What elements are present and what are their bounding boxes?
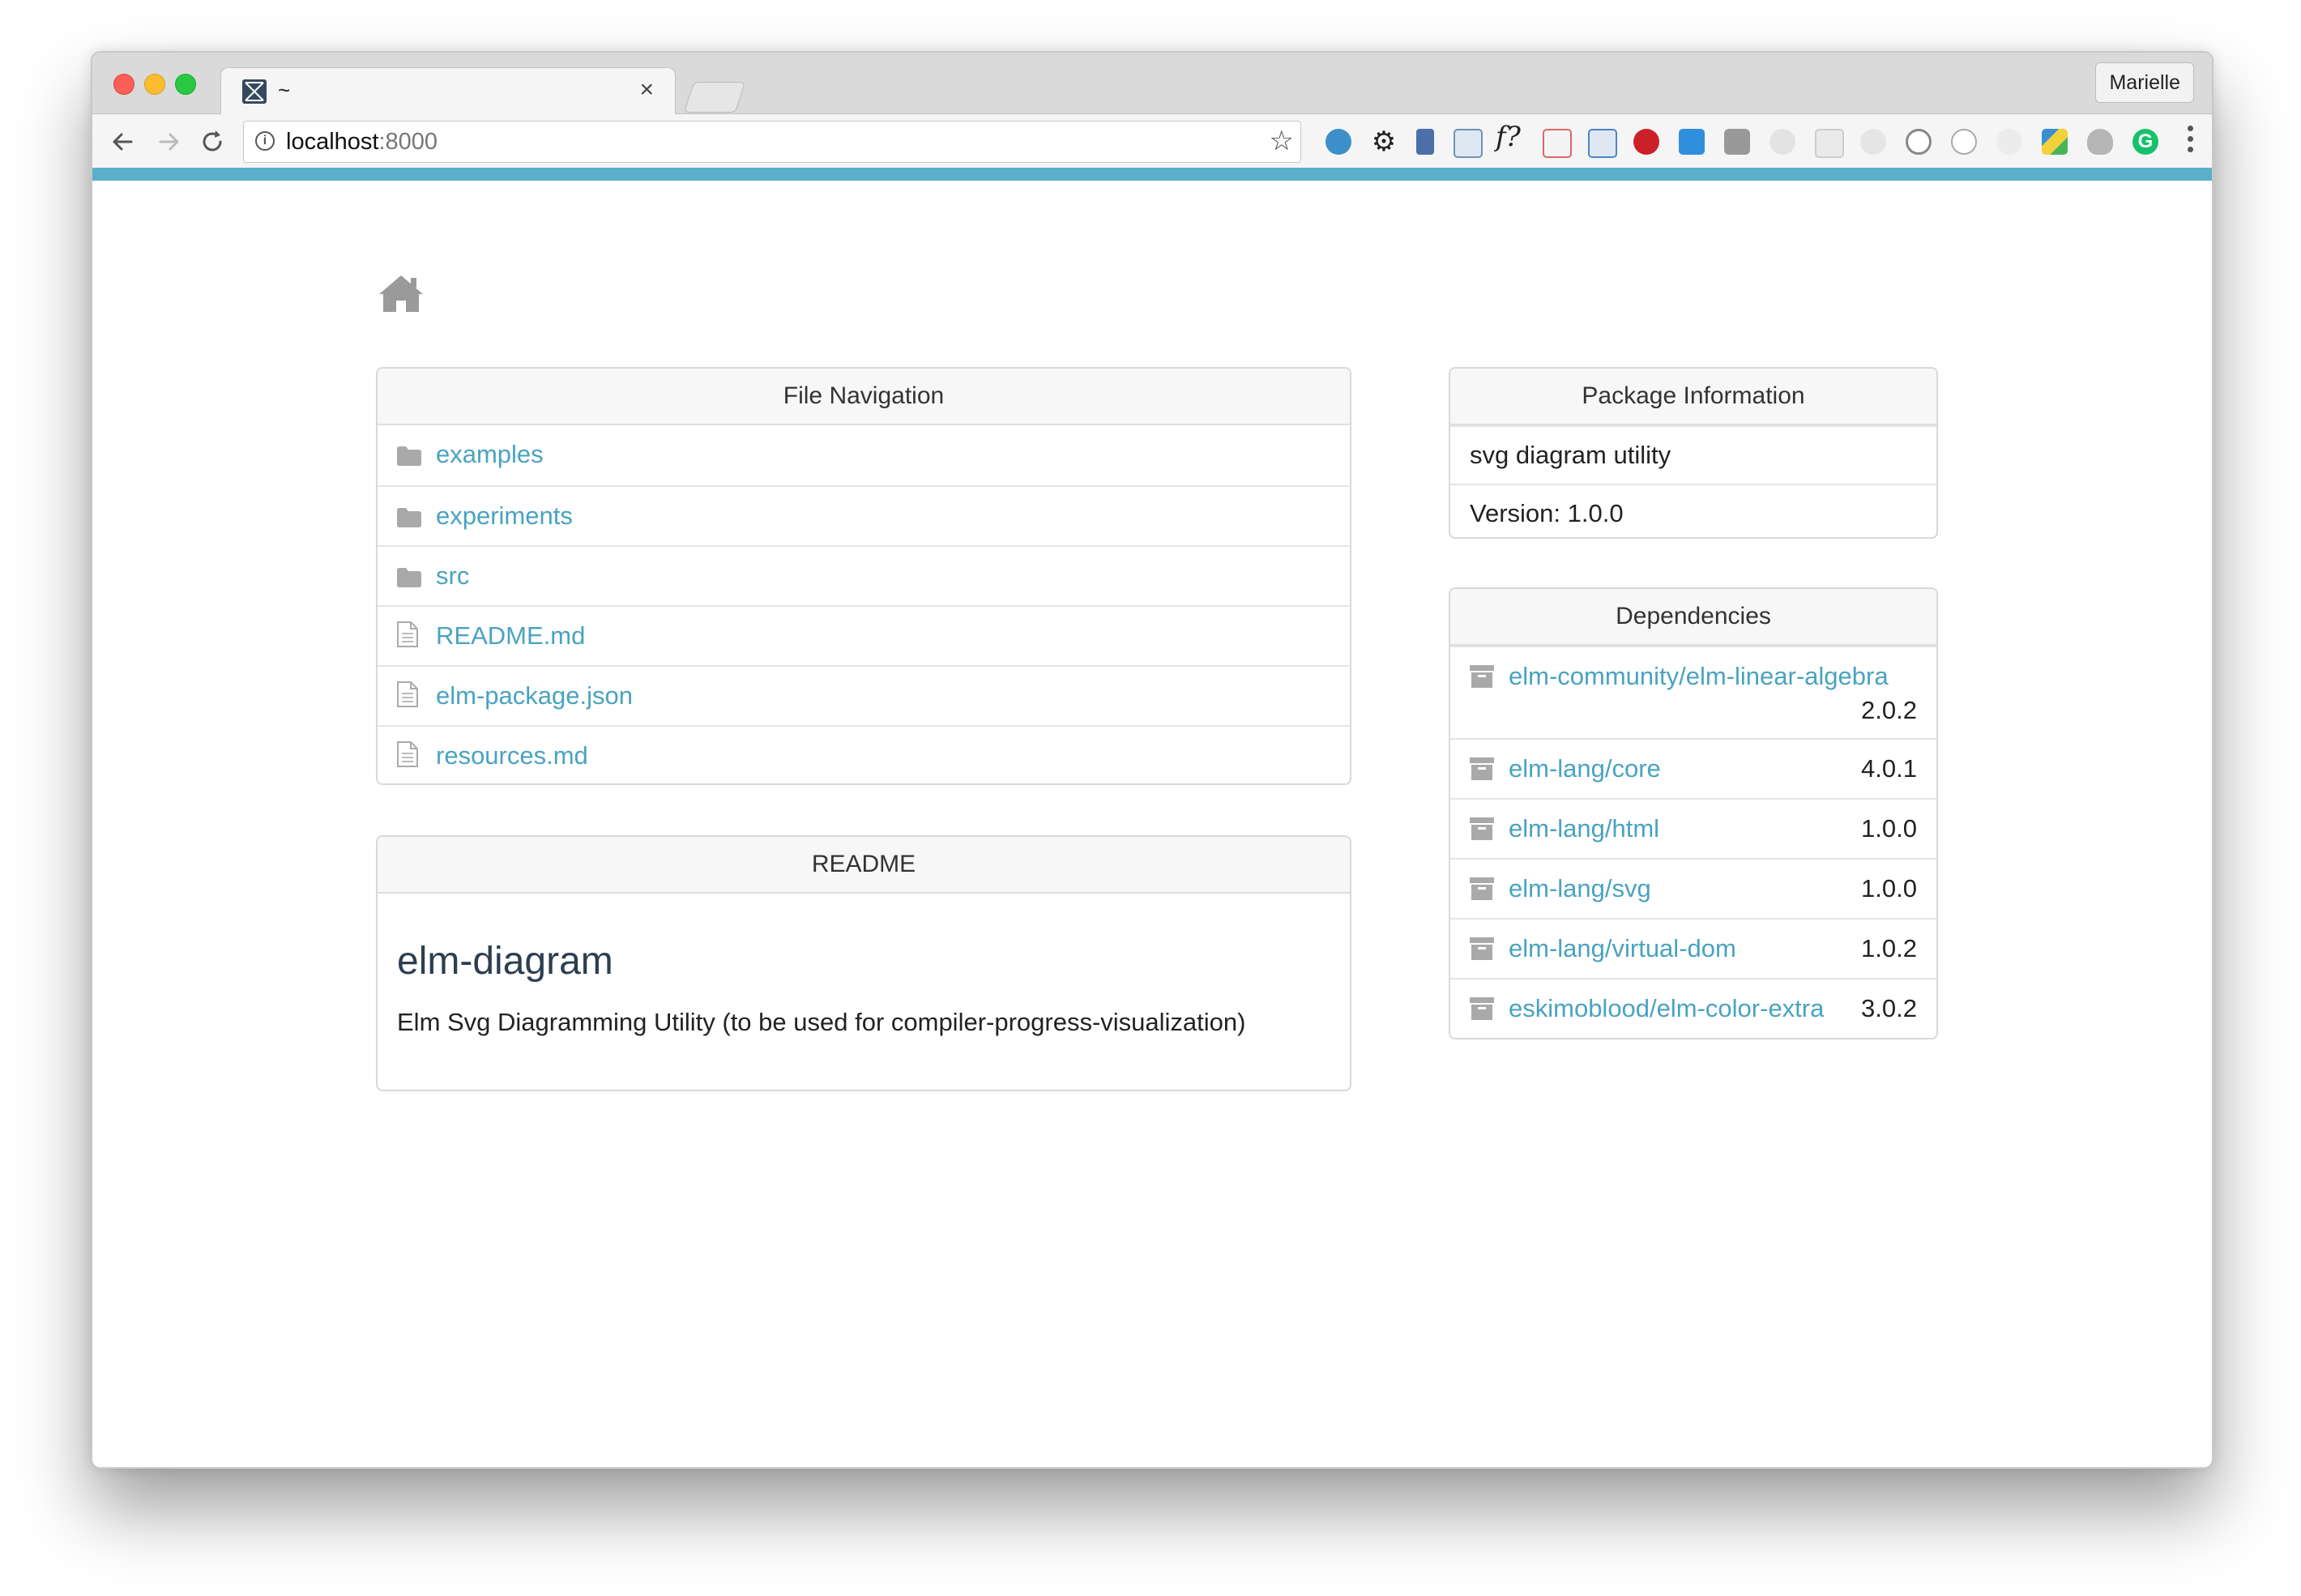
sync-extension-icon[interactable] — [1326, 129, 1351, 155]
tab-title: ~ — [278, 78, 291, 102]
file-nav-item[interactable]: experiments — [378, 485, 1350, 545]
file-nav-link[interactable]: examples — [436, 440, 544, 469]
file-nav-item[interactable]: elm-package.json — [378, 665, 1350, 725]
dependency-row[interactable]: elm-lang/virtual-dom 1.0.2 — [1450, 918, 1936, 978]
window-extension-icon[interactable] — [1454, 129, 1483, 158]
dependency-version: 4.0.1 — [1861, 754, 1917, 783]
calendar-extension-icon[interactable] — [1543, 129, 1572, 158]
file-nav-item[interactable]: resources.md — [378, 725, 1350, 783]
camera-extension-icon[interactable] — [1724, 129, 1750, 155]
reload-icon[interactable] — [196, 126, 228, 158]
dependencies-panel: Dependencies elm-community/elm-linear-al… — [1449, 587, 1938, 1039]
compass-extension-icon[interactable] — [1906, 129, 1932, 155]
dependency-version: 1.0.2 — [1861, 934, 1917, 962]
dependency-row[interactable]: elm-lang/core 4.0.1 — [1450, 738, 1936, 798]
file-nav-item[interactable]: examples — [378, 425, 1350, 485]
folder-extension-icon[interactable] — [1588, 129, 1617, 158]
close-window-button[interactable] — [113, 74, 134, 95]
title-bar: ~ × Marielle — [92, 53, 2212, 115]
back-arrow-icon[interactable] — [107, 126, 139, 158]
package-box-icon — [1470, 817, 1494, 847]
dependency-version: 2.0.2 — [1861, 696, 1917, 724]
bookmark-star-icon[interactable]: ☆ — [1270, 125, 1294, 157]
leaf-extension-icon[interactable] — [1770, 129, 1795, 155]
forward-arrow-icon[interactable] — [152, 126, 185, 158]
dependency-link[interactable]: eskimoblood/elm-color-extra — [1509, 994, 1824, 1023]
dependency-version: 1.0.0 — [1861, 814, 1917, 843]
file-nav-item[interactable]: README.md — [378, 605, 1350, 665]
database-extension-icon[interactable] — [1416, 129, 1434, 155]
react-extension-icon[interactable] — [1996, 129, 2022, 155]
package-box-icon — [1470, 937, 1494, 967]
readme-heading: README — [378, 837, 1350, 894]
dependency-row[interactable]: eskimoblood/elm-color-extra 3.0.2 — [1450, 978, 1936, 1038]
package-box-icon — [1470, 757, 1494, 787]
folder-icon — [397, 565, 421, 594]
browser-window: ~ × Marielle i localhost:8000 ☆ ⚙ f? G F… — [91, 51, 2213, 1469]
dependency-link[interactable]: elm-lang/html — [1509, 814, 1659, 843]
browser-toolbar: i localhost:8000 ☆ ⚙ f? G — [92, 114, 2212, 168]
package-version: Version: 1.0.0 — [1450, 484, 1936, 537]
new-tab-button[interactable] — [683, 82, 746, 113]
colorful-extension-icon[interactable] — [2042, 129, 2068, 155]
file-navigation-panel: File Navigation examples experiments src… — [376, 367, 1351, 785]
dependency-link[interactable]: elm-lang/virtual-dom — [1509, 934, 1736, 963]
elm-favicon-icon — [242, 79, 267, 104]
clover-extension-icon[interactable] — [2087, 129, 2113, 155]
browser-menu-icon[interactable] — [2188, 126, 2194, 157]
minimize-window-button[interactable] — [144, 74, 165, 95]
readme-body: elm-diagram Elm Svg Diagramming Utility … — [378, 939, 1350, 1037]
page-content: File Navigation examples experiments src… — [92, 181, 2212, 1467]
file-nav-item[interactable]: src — [378, 545, 1350, 605]
cog-extension-icon[interactable] — [1860, 129, 1886, 155]
grid-extension-icon[interactable] — [1815, 129, 1844, 158]
dependency-row[interactable]: elm-lang/svg 1.0.0 — [1450, 858, 1936, 918]
zoom-window-button[interactable] — [175, 74, 196, 95]
timer-extension-icon[interactable] — [1951, 129, 1977, 155]
download-extension-icon[interactable] — [1679, 129, 1705, 155]
package-information-heading: Package Information — [1450, 369, 1936, 425]
package-summary: svg diagram utility — [1450, 425, 1936, 484]
package-box-icon — [1470, 877, 1494, 907]
package-box-icon — [1470, 997, 1494, 1026]
package-information-panel: Package Information svg diagram utility … — [1449, 367, 1938, 539]
address-url[interactable]: localhost:8000 — [286, 129, 438, 156]
dependency-row[interactable]: elm-community/elm-linear-algebra 2.0.2 — [1450, 646, 1936, 738]
readme-title: elm-diagram — [397, 940, 613, 983]
gear-extension-icon[interactable]: ⚙ — [1371, 128, 1397, 156]
dependency-version: 3.0.2 — [1861, 994, 1917, 1022]
file-icon — [397, 741, 418, 774]
accent-bar — [92, 168, 2212, 181]
file-nav-link[interactable]: experiments — [436, 501, 573, 531]
package-box-icon — [1470, 665, 1494, 694]
grammarly-icon[interactable]: G — [2132, 129, 2158, 155]
file-icon — [397, 621, 418, 654]
profile-button[interactable]: Marielle — [2095, 62, 2194, 103]
file-nav-link[interactable]: README.md — [436, 621, 585, 651]
dependency-link[interactable]: elm-lang/svg — [1509, 874, 1651, 903]
address-bar[interactable]: i localhost:8000 ☆ — [243, 121, 1301, 163]
browser-tab[interactable]: ~ × — [220, 67, 676, 115]
dependencies-heading: Dependencies — [1450, 589, 1936, 646]
file-nav-link[interactable]: elm-package.json — [436, 681, 633, 711]
tab-close-icon[interactable]: × — [639, 76, 654, 104]
file-nav-link[interactable]: resources.md — [436, 741, 588, 770]
file-navigation-heading: File Navigation — [378, 369, 1350, 425]
home-icon[interactable] — [378, 273, 425, 318]
pinterest-icon[interactable] — [1633, 129, 1659, 155]
dependency-row[interactable]: elm-lang/html 1.0.0 — [1450, 798, 1936, 858]
folder-icon — [397, 443, 421, 472]
font-extension-icon[interactable]: f? — [1496, 121, 1521, 153]
readme-description: Elm Svg Diagramming Utility (to be used … — [397, 1008, 1246, 1036]
readme-panel: README elm-diagram Elm Svg Diagramming U… — [376, 835, 1351, 1091]
folder-icon — [397, 505, 421, 534]
file-icon — [397, 681, 418, 714]
dependency-link[interactable]: elm-community/elm-linear-algebra — [1509, 662, 1889, 691]
site-info-icon[interactable]: i — [255, 131, 275, 151]
dependency-link[interactable]: elm-lang/core — [1509, 754, 1661, 783]
file-nav-link[interactable]: src — [436, 561, 469, 591]
dependency-version: 1.0.0 — [1861, 874, 1917, 903]
